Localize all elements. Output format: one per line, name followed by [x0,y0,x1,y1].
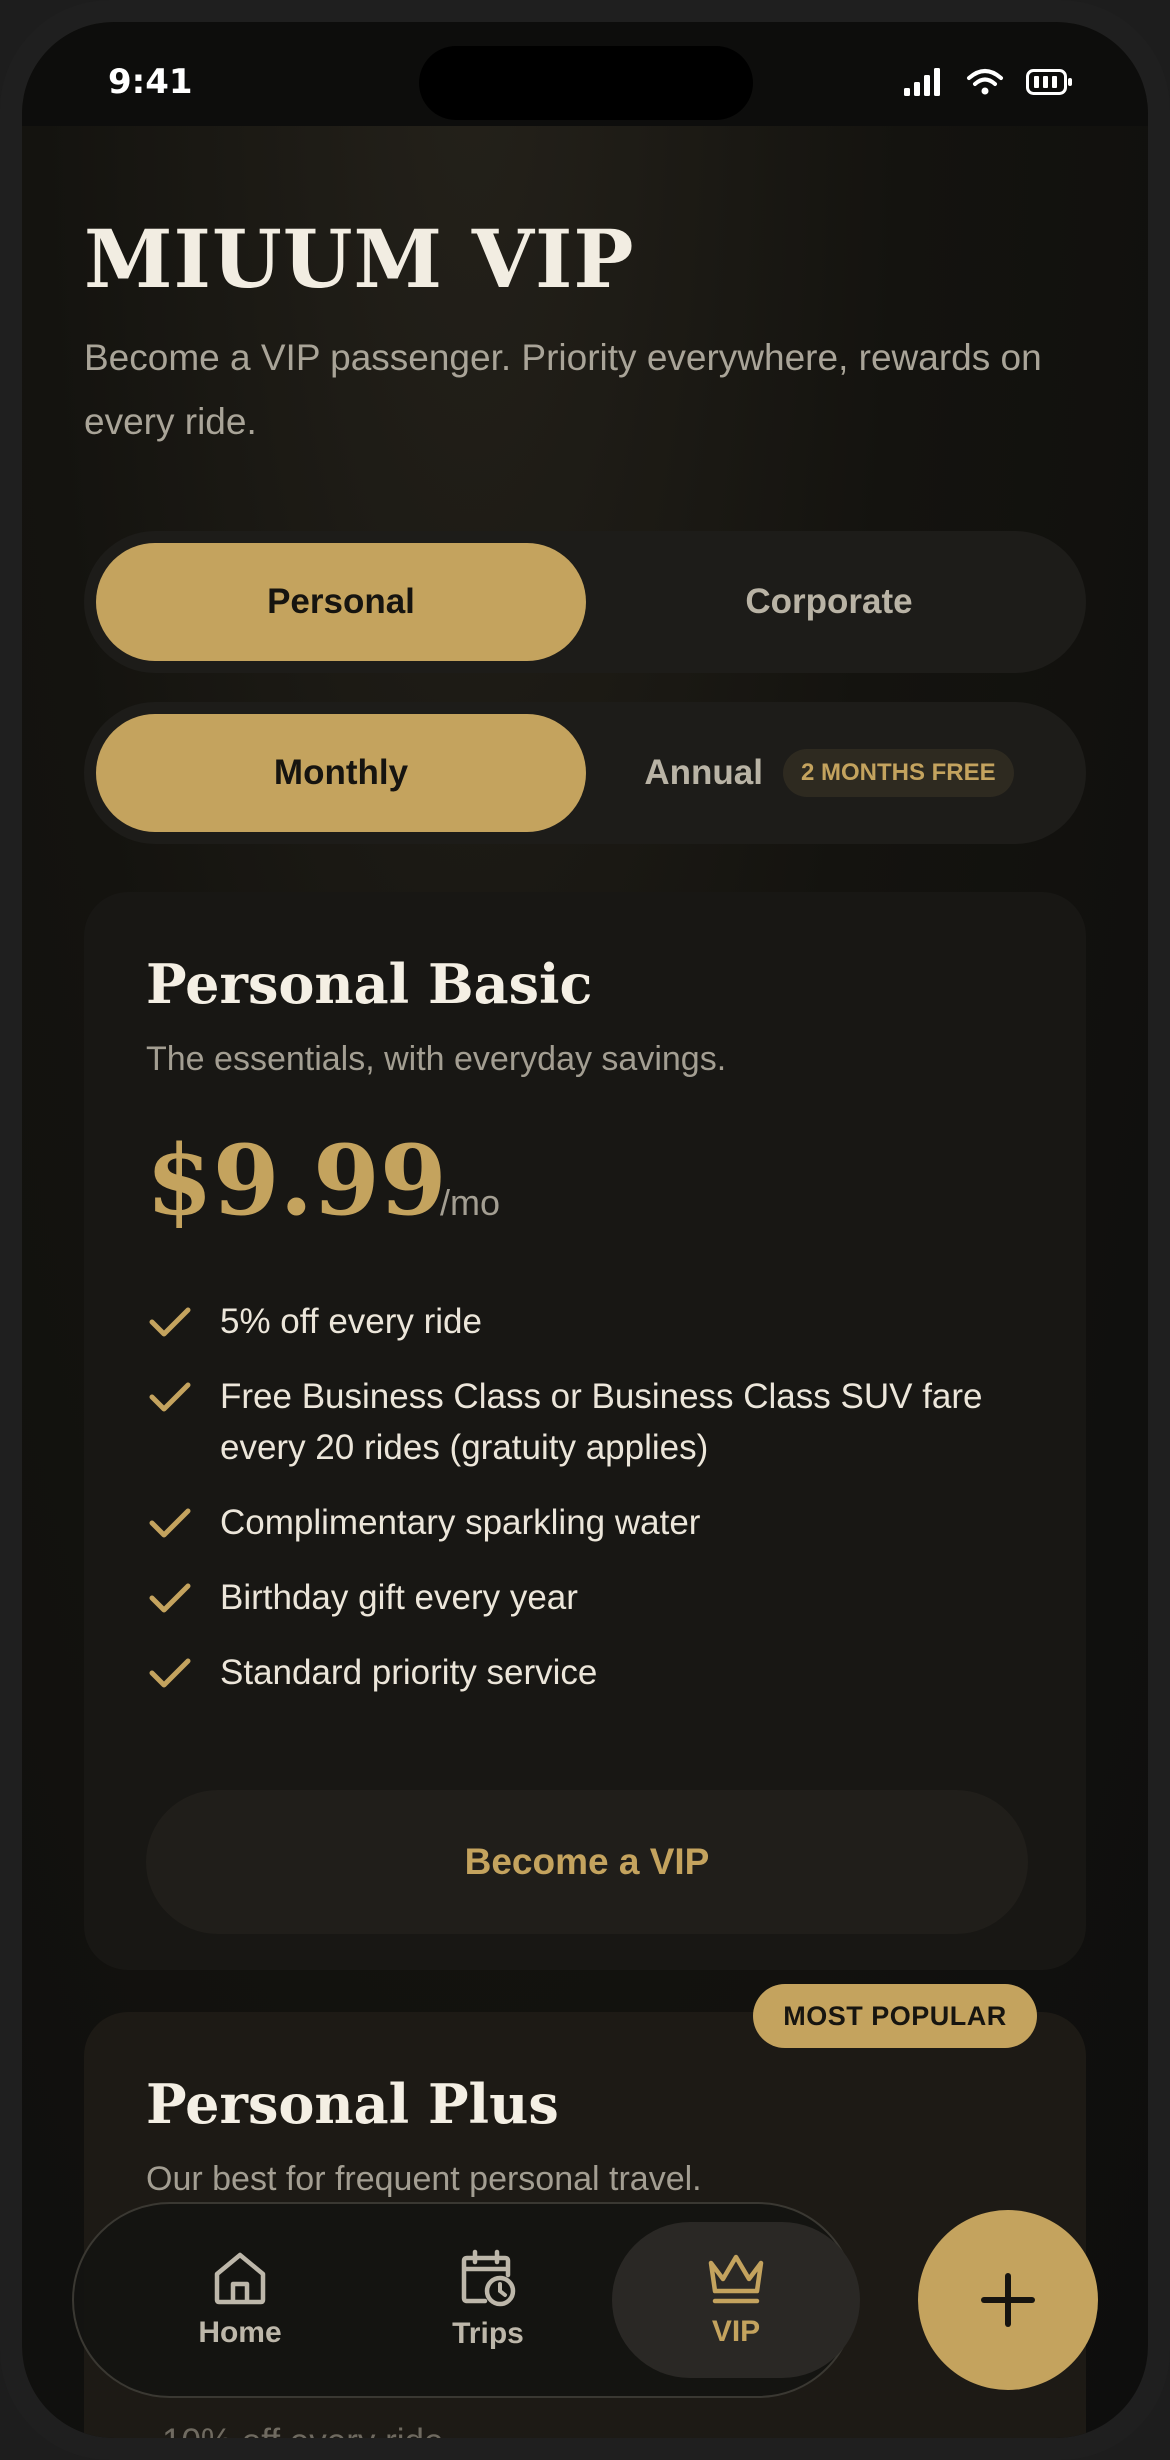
feature-text: Free Business Class or Business Class SU… [220,1377,983,1467]
wifi-icon [967,69,1003,95]
annual-option[interactable]: Annual 2 MONTHS FREE [584,714,1074,832]
feature-list: 5% off every ride Free Business Class or… [146,1296,1026,1722]
plan-name: Personal Basic [146,952,593,1016]
plan-description: Our best for frequent personal travel. [146,2160,702,2198]
tab-vip[interactable]: VIP [612,2222,860,2378]
tab-label: Home [198,2316,282,2349]
add-button[interactable] [918,2210,1098,2390]
battery-icon [1026,69,1072,95]
tab-trips[interactable]: Trips [364,2222,612,2378]
audience-toggle: Personal Corporate [84,531,1086,673]
feature-text: 5% off every ride [220,1302,482,1341]
check-icon [149,1583,191,1613]
check-icon [149,1382,191,1412]
dynamic-island [419,46,753,120]
home-icon [214,2252,266,2305]
check-icon [149,1658,191,1688]
feature-text: Complimentary sparkling water [220,1503,701,1542]
screen: 9:41 MIUUM VIP Become a VIP passenger. P… [22,22,1148,2438]
device-frame: 9:41 MIUUM VIP Become a VIP passenger. P… [0,0,1170,2460]
feature-item: 5% off every ride [146,1296,1026,1347]
plan-card-basic: Personal Basic The essentials, with ever… [84,892,1086,1970]
tab-bar: Home Trips VIP [72,2202,860,2398]
crown-icon [708,2254,764,2304]
become-vip-button[interactable]: Become a VIP [146,1790,1028,1934]
feature-text: Standard priority service [220,1653,598,1692]
status-time: 9:41 [108,62,193,102]
signal-icon [904,68,940,96]
status-icons [904,68,1074,96]
plan-name: Personal Plus [146,2072,559,2136]
corporate-option[interactable]: Corporate [584,543,1074,661]
tab-label: Trips [452,2317,524,2350]
check-icon [149,1307,191,1337]
page-subtitle: Become a VIP passenger. Priority everywh… [84,337,1042,442]
plan-description: The essentials, with everyday savings. [146,1040,727,1078]
free-months-badge: 2 MONTHS FREE [782,749,1014,797]
billing-toggle: Monthly Annual 2 MONTHS FREE [84,702,1086,844]
feature-text: Birthday gift every year [220,1578,578,1617]
status-bar: 9:41 [22,22,1148,126]
page-title: MIUUM VIP [84,212,635,306]
plus-icon [981,2273,1035,2327]
feature-item: Birthday gift every year [146,1572,1026,1623]
tab-home[interactable]: Home [116,2222,364,2378]
feature-item: Standard priority service [146,1647,1026,1698]
monthly-option[interactable]: Monthly [96,714,586,832]
annual-label: Annual [644,753,763,792]
calendar-clock-icon [461,2249,516,2307]
plan-price: $9.99 [146,1124,447,1237]
feature-text: 10% off every ride [162,2422,443,2438]
personal-option[interactable]: Personal [96,543,586,661]
feature-item: Complimentary sparkling water [146,1497,1026,1548]
most-popular-badge: MOST POPULAR [753,1984,1037,2048]
tab-label: VIP [711,2315,761,2348]
price-period: /mo [440,1182,501,1223]
feature-item: Free Business Class or Business Class SU… [146,1371,1026,1473]
check-icon [149,1508,191,1538]
